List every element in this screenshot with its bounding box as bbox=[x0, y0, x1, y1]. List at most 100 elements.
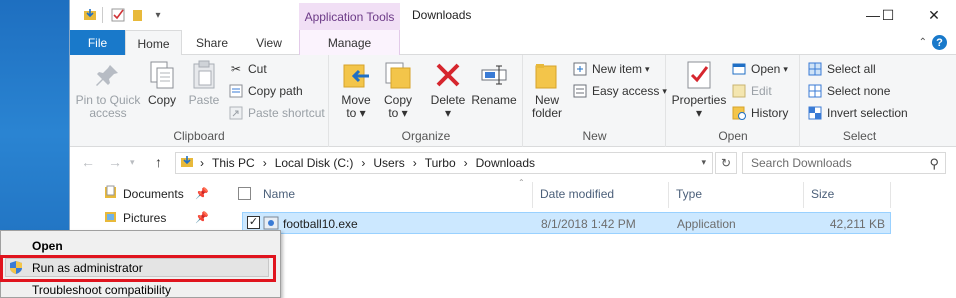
copy-button[interactable]: Copy bbox=[144, 59, 180, 107]
back-arrow-icon[interactable]: ← bbox=[81, 154, 95, 170]
refresh-icon[interactable]: ↻ bbox=[715, 152, 737, 174]
column-divider[interactable] bbox=[803, 182, 804, 208]
close-button[interactable]: ✕ bbox=[919, 4, 949, 26]
maximize-button[interactable]: ☐ bbox=[873, 4, 903, 26]
search-input[interactable]: Search Downloads ⚲ bbox=[742, 152, 946, 174]
tab-file[interactable]: File bbox=[70, 30, 125, 55]
column-divider[interactable] bbox=[668, 182, 669, 208]
new-folder-icon[interactable] bbox=[130, 7, 146, 23]
delete-x-icon bbox=[432, 59, 464, 91]
select-group-label: Select bbox=[842, 129, 877, 143]
properties-button[interactable]: Properties ▾ bbox=[671, 59, 727, 120]
file-name: football10.exe bbox=[283, 217, 358, 231]
invert-selection-button[interactable]: Invert selection bbox=[807, 103, 908, 123]
clipboard-group: Pin to Quick access Copy Paste ✂ Cut Copy… bbox=[70, 55, 329, 147]
paste-icon bbox=[188, 59, 220, 91]
cut-label: Cut bbox=[248, 62, 267, 76]
column-date-modified[interactable]: Date modified bbox=[540, 187, 614, 201]
column-headers: Name ⌃ Date modified Type Size bbox=[238, 178, 956, 208]
column-type[interactable]: Type bbox=[676, 187, 702, 201]
new-item-chevron-icon: ▾ bbox=[645, 63, 650, 74]
breadcrumb-this-pc[interactable]: This PC bbox=[212, 156, 255, 170]
search-icon: ⚲ bbox=[929, 156, 939, 171]
copy-to-button[interactable]: Copy to ▾ bbox=[378, 59, 418, 120]
copy-path-button[interactable]: Copy path bbox=[228, 81, 303, 101]
column-divider[interactable] bbox=[890, 182, 891, 208]
up-arrow-icon[interactable]: ↑ bbox=[155, 154, 162, 170]
pin-icon[interactable]: 📌 bbox=[195, 211, 209, 224]
pin-icon[interactable]: 📌 bbox=[195, 187, 209, 200]
new-item-label: New item bbox=[592, 62, 643, 76]
paste-label: Paste bbox=[188, 93, 220, 107]
navigation-bar: ← → ▾ ↑ › This PC › Local Disk (C:) › Us… bbox=[70, 148, 956, 178]
window-title: Downloads bbox=[412, 8, 472, 22]
open-group: Properties ▾ Open ▾ Edit History Open bbox=[667, 55, 800, 147]
history-button[interactable]: History bbox=[731, 103, 788, 123]
new-group: New folder New item ▾ Easy access ▾ New bbox=[524, 55, 667, 147]
paste-button[interactable]: Paste bbox=[184, 59, 224, 107]
paste-shortcut-icon bbox=[228, 105, 244, 121]
menu-item-troubleshoot-compatibility[interactable]: Troubleshoot compatibility bbox=[32, 283, 171, 297]
delete-button[interactable]: Delete ▾ bbox=[426, 59, 470, 120]
cut-button[interactable]: ✂ Cut bbox=[228, 59, 267, 79]
new-item-icon bbox=[572, 61, 588, 77]
copy-path-icon bbox=[228, 83, 244, 99]
forward-arrow-icon[interactable]: → bbox=[108, 154, 122, 170]
easy-access-label: Easy access bbox=[592, 84, 660, 98]
nav-item-documents[interactable]: Documents bbox=[103, 185, 184, 202]
menu-item-open[interactable]: Open bbox=[32, 239, 63, 253]
open-label: Open bbox=[751, 62, 781, 76]
select-none-button[interactable]: Select none bbox=[807, 81, 890, 101]
new-folder-button[interactable]: New folder bbox=[526, 59, 568, 120]
tab-share[interactable]: Share bbox=[184, 30, 240, 55]
address-dropdown-icon[interactable]: ▾ bbox=[701, 157, 706, 168]
invert-selection-icon bbox=[807, 105, 823, 121]
customize-toolbar-icon[interactable]: ▾ bbox=[150, 7, 166, 23]
recent-chevron-icon[interactable]: ▾ bbox=[130, 157, 135, 168]
organize-group: Move to ▾ Copy to ▾ Delete ▾ Rename Orga… bbox=[330, 55, 523, 147]
tab-home[interactable]: Home bbox=[125, 30, 182, 56]
pictures-icon bbox=[103, 209, 117, 226]
new-group-label: New bbox=[582, 129, 607, 143]
table-row[interactable]: ✓ football10.exe 8/1/2018 1:42 PM Applic… bbox=[242, 212, 891, 234]
column-size[interactable]: Size bbox=[811, 187, 834, 201]
invert-selection-label: Invert selection bbox=[827, 106, 908, 120]
chevron-up-icon[interactable]: ⌃ bbox=[919, 37, 927, 48]
properties-check-icon[interactable] bbox=[110, 7, 126, 23]
tab-manage[interactable]: Manage bbox=[299, 30, 400, 55]
new-item-button[interactable]: New item ▾ bbox=[572, 59, 650, 79]
help-icon[interactable]: ? bbox=[932, 35, 947, 50]
breadcrumb-separator[interactable]: › bbox=[464, 156, 468, 170]
breadcrumb-separator[interactable]: › bbox=[413, 156, 417, 170]
easy-access-button[interactable]: Easy access ▾ bbox=[572, 81, 667, 101]
breadcrumb-separator[interactable]: › bbox=[361, 156, 365, 170]
file-type: Application bbox=[677, 217, 736, 231]
open-button[interactable]: Open ▾ bbox=[731, 59, 788, 79]
breadcrumb-downloads[interactable]: Downloads bbox=[476, 156, 535, 170]
breadcrumb-separator[interactable]: › bbox=[263, 156, 267, 170]
nav-item-label: Documents bbox=[123, 186, 184, 201]
file-date: 8/1/2018 1:42 PM bbox=[541, 217, 636, 231]
breadcrumb-turbo[interactable]: Turbo bbox=[425, 156, 456, 170]
breadcrumb-users[interactable]: Users bbox=[373, 156, 404, 170]
move-label-line2-text: to bbox=[346, 106, 357, 120]
rename-button[interactable]: Rename bbox=[470, 59, 518, 107]
folder-down-icon[interactable] bbox=[82, 7, 98, 23]
paste-shortcut-button[interactable]: Paste shortcut bbox=[228, 103, 325, 123]
select-all-checkbox[interactable] bbox=[238, 187, 251, 200]
easy-access-icon bbox=[572, 83, 588, 99]
nav-item-pictures[interactable]: Pictures bbox=[103, 209, 166, 226]
nav-item-label: Pictures bbox=[123, 210, 167, 225]
column-name[interactable]: Name bbox=[263, 187, 295, 201]
address-bar[interactable]: › This PC › Local Disk (C:) › Users › Tu… bbox=[175, 152, 713, 174]
edit-button[interactable]: Edit bbox=[731, 81, 772, 101]
row-checkbox[interactable]: ✓ bbox=[247, 216, 260, 229]
history-label: History bbox=[751, 106, 789, 120]
tab-view[interactable]: View bbox=[242, 30, 296, 55]
select-all-button[interactable]: Select all bbox=[807, 59, 876, 79]
pin-to-quick-access-button[interactable]: Pin to Quick access bbox=[74, 59, 142, 120]
column-divider[interactable] bbox=[532, 182, 533, 208]
move-to-button[interactable]: Move to ▾ bbox=[336, 59, 376, 120]
rename-icon bbox=[478, 59, 510, 91]
breadcrumb-local-disk[interactable]: Local Disk (C:) bbox=[275, 156, 354, 170]
